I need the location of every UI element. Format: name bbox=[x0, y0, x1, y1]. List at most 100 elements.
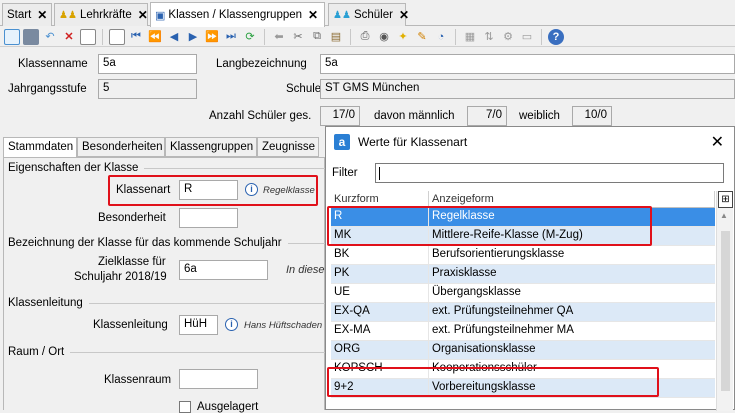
tab-start-label: Start bbox=[7, 9, 32, 21]
tab-zeugnisse[interactable]: Zeugnisse bbox=[257, 137, 319, 157]
cell-anzeigeform: Übergangsklasse bbox=[432, 286, 521, 298]
tab-schueler[interactable]: ♟♟ Schüler ✕ bbox=[328, 3, 409, 26]
section-eigenschaften-label: Eigenschaften der Klasse bbox=[8, 162, 139, 174]
properties-icon[interactable] bbox=[80, 28, 96, 45]
klassenart-dialog: a Werte für Klassenart ✕ Filter Kurzform… bbox=[325, 126, 735, 411]
copy-icon[interactable]: ⧉ bbox=[309, 29, 325, 45]
klassenleitung-input[interactable]: HüH bbox=[179, 315, 218, 335]
students-icon: ♟♟ bbox=[333, 9, 351, 21]
table-row[interactable]: PK Praxisklasse bbox=[331, 265, 715, 284]
schule-label: Schule bbox=[286, 83, 322, 95]
section-raum-label: Raum / Ort bbox=[8, 346, 65, 358]
info-icon[interactable]: i bbox=[225, 318, 238, 331]
tab-stammdaten[interactable]: Stammdaten bbox=[3, 137, 77, 158]
edit-icon[interactable]: ▭ bbox=[519, 29, 535, 45]
close-icon[interactable]: ✕ bbox=[399, 8, 409, 22]
table-row[interactable]: EX-MA ext. Prüfungsteilnehmer MA bbox=[331, 322, 715, 341]
tab-klassengruppen[interactable]: Klassengruppen bbox=[165, 137, 257, 157]
table-row[interactable]: 9+2 Vorbereitungsklasse bbox=[331, 379, 715, 398]
column-header-kurzform[interactable]: Kurzform bbox=[331, 191, 429, 207]
cut-icon[interactable]: ✂ bbox=[290, 29, 306, 45]
first-record-icon[interactable]: ⏮ bbox=[128, 29, 144, 45]
tab-lehrkraefte[interactable]: ♟♟ Lehrkräfte ✕ bbox=[54, 3, 148, 26]
klassenart-input[interactable]: R bbox=[179, 180, 238, 200]
tab-besonderheiten[interactable]: Besonderheiten bbox=[77, 137, 165, 157]
close-icon[interactable]: ✕ bbox=[138, 8, 148, 22]
table-row[interactable]: KOPSCH Kooperationsschüler bbox=[331, 360, 715, 379]
weiblich-label: weiblich bbox=[519, 110, 560, 122]
toolbar-separator bbox=[102, 28, 103, 45]
klassenname-input[interactable]: 5a bbox=[98, 54, 197, 74]
section-klassenleitung-label: Klassenleitung bbox=[8, 297, 83, 309]
section-bezeichnung-label: Bezeichnung der Klasse für das kommende … bbox=[8, 237, 282, 249]
toolbar-separator bbox=[350, 28, 351, 45]
dialog-titlebar: a Werte für Klassenart ✕ bbox=[326, 127, 734, 157]
table-row[interactable]: R Regelklasse bbox=[331, 208, 715, 227]
klassenart-label: Klassenart bbox=[116, 184, 171, 196]
print-icon[interactable]: ⎙ bbox=[357, 29, 373, 45]
document-tab-bar: Start ✕ ♟♟ Lehrkräfte ✕ ▣ Klassen / Klas… bbox=[0, 0, 735, 27]
cell-kurzform: EX-QA bbox=[331, 303, 429, 321]
next-record-icon[interactable]: ▶ bbox=[185, 29, 201, 45]
cell-anzeigeform: Mittlere-Reife-Klasse (M-Zug) bbox=[432, 229, 583, 241]
tab-klassen[interactable]: ▣ Klassen / Klassengruppen ✕ bbox=[150, 2, 325, 27]
scroll-up-icon[interactable]: ▲ bbox=[720, 211, 728, 220]
scrollbar-thumb[interactable] bbox=[721, 231, 730, 391]
section-eigenschaften: Eigenschaften der Klasse bbox=[8, 162, 328, 174]
table-row[interactable]: MK Mittlere-Reife-Klasse (M-Zug) bbox=[331, 227, 715, 246]
paste-icon[interactable]: ▤ bbox=[328, 29, 344, 45]
jahrgangsstufe-field: 5 bbox=[98, 79, 197, 99]
undo-icon[interactable]: ↶ bbox=[42, 29, 58, 45]
prev-page-icon[interactable]: ⏪ bbox=[147, 29, 163, 45]
list-icon[interactable] bbox=[109, 28, 125, 45]
preview-icon[interactable]: ◉ bbox=[376, 29, 392, 45]
column-header-anzeigeform[interactable]: Anzeigeform bbox=[429, 191, 715, 207]
close-icon[interactable]: ✕ bbox=[308, 8, 318, 22]
new-icon[interactable] bbox=[4, 28, 20, 45]
clock-icon[interactable]: ◔ bbox=[433, 29, 449, 45]
idea-icon[interactable]: ✦ bbox=[395, 29, 411, 45]
info-icon[interactable]: i bbox=[245, 183, 258, 196]
table-row[interactable]: BK Berufsorientierungsklasse bbox=[331, 246, 715, 265]
reminder-icon[interactable]: ✎ bbox=[414, 29, 430, 45]
close-icon[interactable]: ✕ bbox=[37, 8, 47, 22]
section-bezeichnung: Bezeichnung der Klasse für das kommende … bbox=[8, 237, 328, 249]
ausgelagert-checkbox[interactable] bbox=[179, 401, 191, 413]
prev-record-icon[interactable]: ◀ bbox=[166, 29, 182, 45]
toolbar-separator bbox=[455, 28, 456, 45]
save-icon[interactable] bbox=[23, 28, 39, 45]
last-record-icon[interactable]: ⏭ bbox=[223, 29, 239, 45]
klassenraum-input[interactable] bbox=[179, 369, 258, 389]
close-icon[interactable]: ✕ bbox=[711, 132, 724, 152]
table-row[interactable]: EX-QA ext. Prüfungsteilnehmer QA bbox=[331, 303, 715, 322]
klassenleitung-label: Klassenleitung bbox=[93, 319, 168, 331]
grid-scrollbar[interactable]: ⊞ ▲ bbox=[716, 191, 733, 411]
column-chooser-icon[interactable]: ⊞ bbox=[718, 191, 733, 208]
class-icon: ▣ bbox=[155, 9, 166, 22]
settings-icon[interactable]: ⚙ bbox=[500, 29, 516, 45]
maennlich-label: davon männlich bbox=[374, 110, 455, 122]
tab-start[interactable]: Start ✕ bbox=[2, 3, 52, 26]
langbezeichnung-input[interactable]: 5a bbox=[320, 54, 735, 74]
anzahl-label: Anzahl Schüler ges. bbox=[209, 110, 312, 122]
cell-anzeigeform: Organisationsklasse bbox=[432, 343, 536, 355]
teachers-icon: ♟♟ bbox=[59, 9, 77, 21]
filter-input[interactable] bbox=[375, 163, 724, 183]
klassenart-hint: Regelklasse bbox=[263, 185, 315, 196]
zielklasse-hint: In diese bbox=[286, 264, 325, 276]
filter-label: Filter bbox=[332, 167, 358, 179]
klassenart-grid: Kurzform Anzeigeform R Regelklasse MK Mitt… bbox=[331, 191, 715, 398]
klassenraum-label: Klassenraum bbox=[104, 374, 172, 386]
zielklasse-input[interactable]: 6a bbox=[179, 260, 268, 280]
back-icon[interactable]: ⬅ bbox=[271, 29, 287, 45]
help-icon[interactable]: ? bbox=[548, 28, 564, 45]
sort-icon[interactable]: ⇅ bbox=[481, 29, 497, 45]
filter-icon[interactable]: ▦ bbox=[462, 29, 478, 45]
refresh-icon[interactable]: ⟳ bbox=[242, 29, 258, 45]
table-row[interactable]: ORG Organisationsklasse bbox=[331, 341, 715, 360]
table-row[interactable]: UE Übergangsklasse bbox=[331, 284, 715, 303]
delete-icon[interactable]: ✕ bbox=[61, 29, 77, 45]
next-page-icon[interactable]: ⏩ bbox=[204, 29, 220, 45]
besonderheit-label: Besonderheit bbox=[98, 212, 166, 224]
besonderheit-input[interactable] bbox=[179, 208, 238, 228]
